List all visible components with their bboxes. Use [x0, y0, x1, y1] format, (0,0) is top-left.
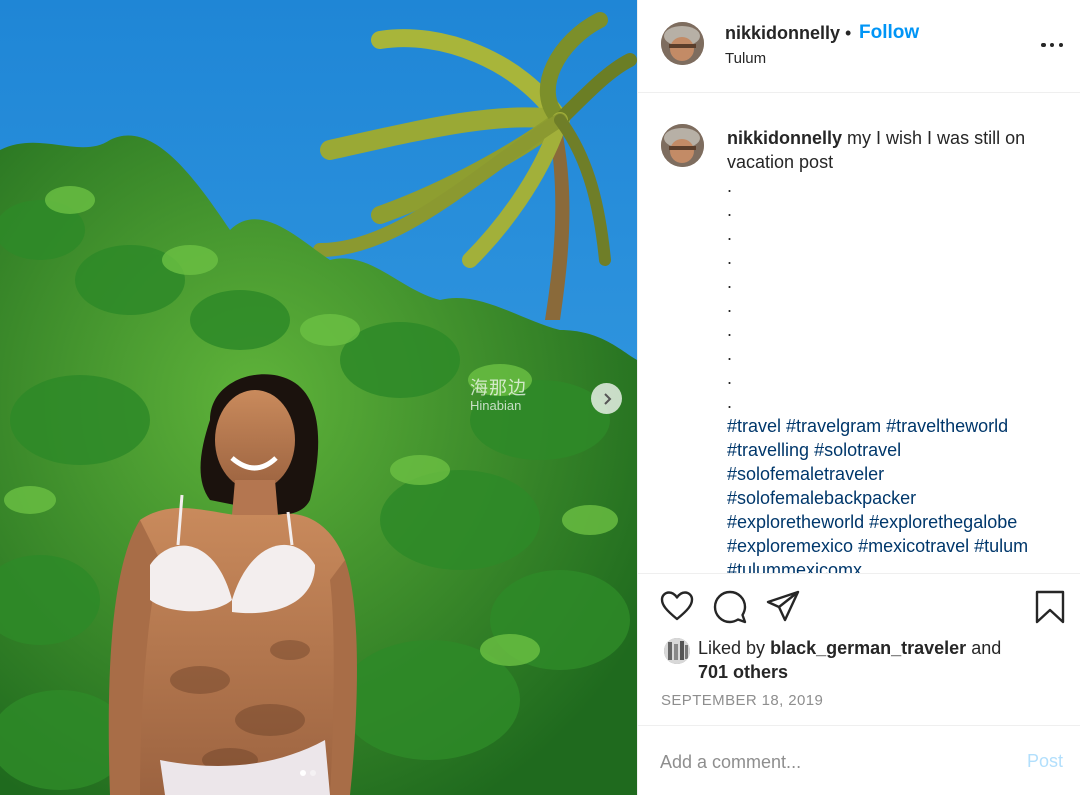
hashtag-link[interactable]: #solofemaletraveler — [727, 464, 884, 484]
caption-dot-line: . — [727, 368, 733, 388]
liked-by-avatar[interactable] — [664, 638, 690, 664]
hashtag-link[interactable]: #tulummexicomx — [727, 560, 862, 573]
post-date[interactable]: SEPTEMBER 18, 2019 — [661, 692, 823, 709]
caption-dots: .......... — [727, 174, 1057, 414]
comment-bubble-icon — [713, 590, 747, 624]
caption-dot-line: . — [727, 296, 733, 316]
comment-button[interactable] — [713, 590, 747, 624]
caption-dot-line: . — [727, 200, 733, 220]
hashtag-link[interactable]: #travel — [727, 416, 781, 436]
bookmark-icon — [1035, 590, 1065, 624]
share-button[interactable] — [766, 590, 800, 622]
chevron-right-icon — [603, 392, 611, 405]
liked-by-others[interactable]: 701 others — [698, 662, 788, 682]
hashtag-line: #tulummexicomx — [727, 558, 1057, 573]
header-separator: • — [845, 23, 852, 43]
comment-input[interactable] — [660, 746, 1000, 778]
watermark: 海那边 Hinabian — [470, 378, 527, 414]
carousel-indicator — [300, 770, 316, 776]
carousel-dot[interactable] — [310, 770, 316, 776]
post-header: nikkidonnelly • Follow Tulum — [638, 0, 1080, 93]
like-button[interactable] — [660, 590, 694, 622]
hashtag-link[interactable]: #solotravel — [814, 440, 901, 460]
caption-dot-line: . — [727, 320, 733, 340]
post-caption: nikkidonnelly my I wish I was still on v… — [727, 126, 1057, 573]
liked-by-user[interactable]: black_german_traveler — [770, 638, 966, 658]
caption-dot-line: . — [727, 176, 733, 196]
hashtag-line: #exploretheworld #explorethegalobe — [727, 510, 1057, 534]
hashtag-line: #solofemalebackpacker — [727, 486, 1057, 510]
comment-form: Post — [638, 725, 1080, 795]
caption-username[interactable]: nikkidonnelly — [727, 128, 842, 148]
hashtag-link[interactable]: #explorethegalobe — [869, 512, 1017, 532]
hashtag-line: #travel #travelgram #traveltheworld — [727, 414, 1057, 438]
save-button[interactable] — [1035, 590, 1065, 624]
caption-dot-line: . — [727, 344, 733, 364]
more-options-icon[interactable] — [1041, 35, 1063, 55]
hashtag-link[interactable]: #exploretheworld — [727, 512, 864, 532]
liked-by-summary: Liked by black_german_traveler and 701 o… — [698, 636, 1058, 684]
avatar-image — [661, 22, 704, 65]
hashtag-link[interactable]: #traveltheworld — [886, 416, 1008, 436]
hashtag-line: #travelling #solotravel — [727, 438, 1057, 462]
carousel-next-button[interactable] — [591, 383, 622, 414]
caption-dot-line: . — [727, 272, 733, 292]
caption-hashtags: #travel #travelgram #traveltheworld #trav… — [727, 414, 1057, 573]
hashtag-link[interactable]: #travelgram — [786, 416, 881, 436]
hashtag-link[interactable]: #travelling — [727, 440, 809, 460]
paper-plane-icon — [766, 590, 800, 622]
post-comment-button[interactable]: Post — [1027, 751, 1063, 772]
hashtag-link[interactable]: #exploremexico — [727, 536, 853, 556]
hashtag-line: #solofemaletraveler — [727, 462, 1057, 486]
post-photo-illustration — [0, 0, 637, 795]
caption-dot-line: . — [727, 392, 733, 412]
hashtag-link[interactable]: #tulum — [974, 536, 1028, 556]
heart-icon — [660, 591, 694, 621]
watermark-en: Hinabian — [470, 398, 522, 413]
caption-dot-line: . — [727, 248, 733, 268]
hashtag-link[interactable]: #mexicotravel — [858, 536, 969, 556]
liked-by-prefix: Liked by — [698, 638, 766, 658]
post-image[interactable]: 海那边 Hinabian — [0, 0, 637, 795]
header-username[interactable]: nikkidonnelly — [725, 23, 840, 44]
carousel-dot[interactable] — [300, 770, 306, 776]
follow-button[interactable]: Follow — [859, 22, 919, 44]
comments-section[interactable]: nikkidonnelly my I wish I was still on v… — [638, 94, 1080, 574]
location-link[interactable]: Tulum — [725, 50, 766, 67]
liked-by-joiner: and — [971, 638, 1002, 658]
hashtag-link[interactable]: #solofemalebackpacker — [727, 488, 916, 508]
avatar-image — [664, 638, 690, 664]
avatar[interactable] — [661, 22, 704, 65]
post-details-panel: nikkidonnelly • Follow Tulum nikkidonnel… — [637, 0, 1080, 795]
avatar-image — [661, 124, 704, 167]
avatar[interactable] — [661, 124, 704, 167]
caption-dot-line: . — [727, 224, 733, 244]
hashtag-line: #exploremexico #mexicotravel #tulum — [727, 534, 1057, 558]
watermark-cn: 海那边 — [470, 378, 527, 398]
